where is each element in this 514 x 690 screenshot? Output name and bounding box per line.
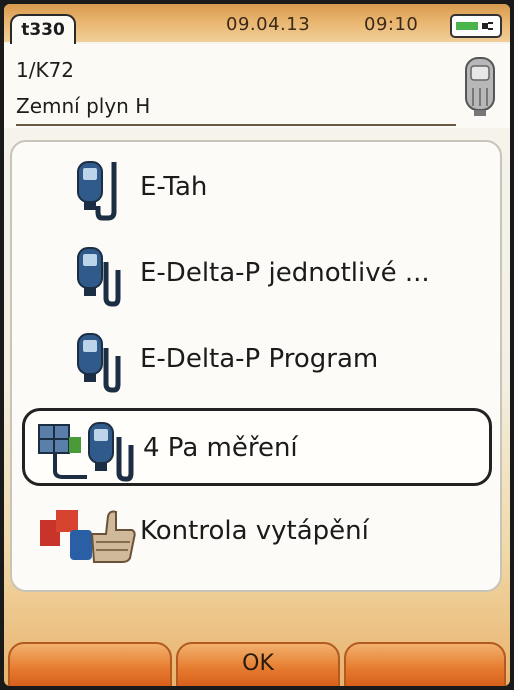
header-divider (16, 124, 456, 126)
menu-item-heating-check[interactable]: Kontrola vytápění (22, 494, 492, 572)
softkey-right[interactable] (344, 642, 506, 686)
menu-item-label: Kontrola vytápění (140, 516, 369, 546)
ok-button[interactable]: OK (176, 642, 340, 686)
date-readout: 09.04.13 (226, 14, 311, 35)
status-bar: t330 09.04.13 09:10 (4, 4, 510, 44)
delta-p-program-icon (77, 333, 121, 393)
menu-item-label: 4 Pa měření (143, 433, 298, 463)
draught-probe-icon (77, 161, 117, 221)
device-screen: t330 09.04.13 09:10 1/K72 Zemní plyn H E… (4, 4, 510, 686)
menu-item-e-delta-p-single[interactable]: E-Delta-P jednotlivé ... (22, 236, 492, 314)
menu-item-label: E-Tah (140, 172, 208, 202)
device-tab[interactable]: t330 (10, 14, 76, 44)
fuel-type: Zemní plyn H (16, 94, 151, 118)
menu-item-4-pa-measurement[interactable]: 4 Pa měření (22, 408, 492, 486)
plug-icon (482, 22, 493, 30)
menu-item-e-delta-p-program[interactable]: E-Delta-P Program (22, 322, 492, 400)
measurement-header: 1/K72 Zemní plyn H (4, 44, 510, 128)
menu-item-e-tah[interactable]: E-Tah (22, 150, 492, 228)
menu-panel: E-Tah E-Delta-P jednotlivé ... E-Delta-P… (10, 140, 502, 592)
softkey-left[interactable] (8, 642, 172, 686)
four-pa-measurement-icon (38, 422, 134, 482)
battery-charging-icon (450, 14, 502, 38)
location-id: 1/K72 (16, 58, 75, 82)
delta-p-probe-icon (77, 247, 121, 307)
heating-check-thumbs-up-icon (40, 510, 136, 563)
time-readout: 09:10 (364, 14, 419, 35)
probe-icon (465, 57, 495, 116)
battery-level (456, 22, 478, 30)
menu-item-label: E-Delta-P jednotlivé ... (140, 258, 430, 288)
softkey-bar: OK (4, 636, 510, 686)
menu-item-label: E-Delta-P Program (140, 344, 379, 374)
